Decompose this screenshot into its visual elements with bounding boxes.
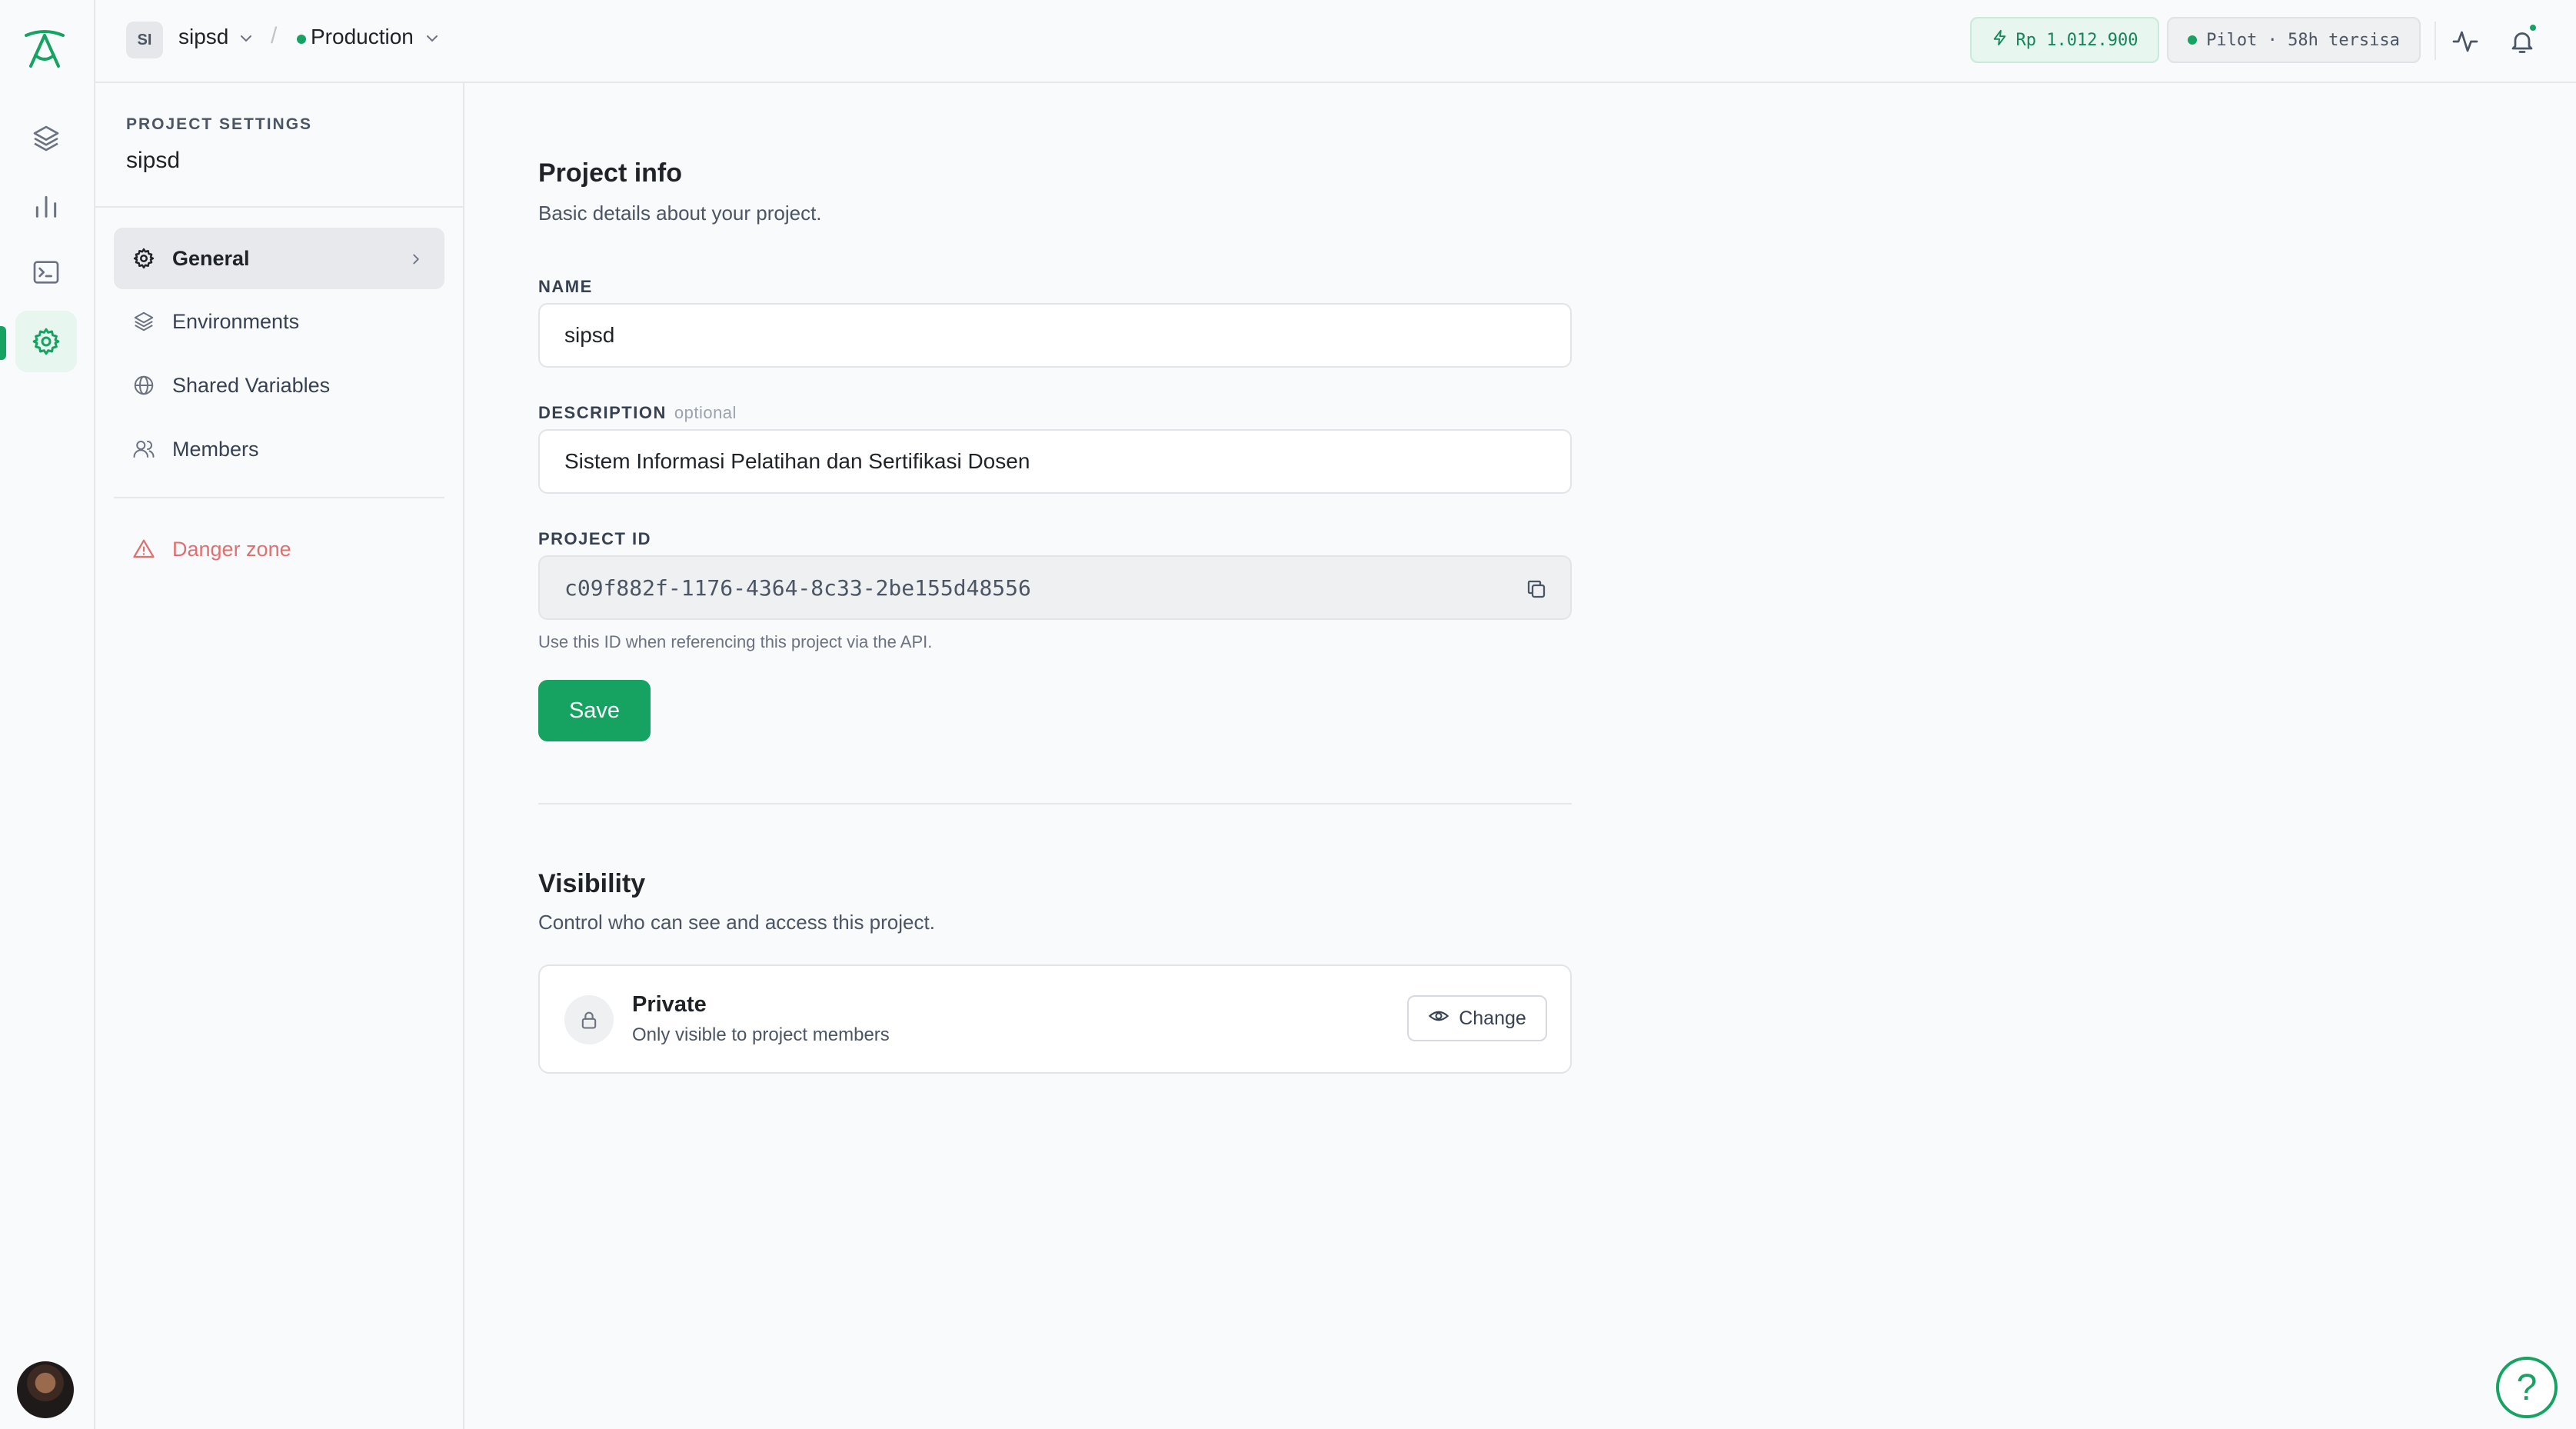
credit-amount: Rp 1.012.900 [2015, 30, 2138, 50]
plan-label: Pilot · 58h tersisa [2206, 30, 2400, 50]
plan-status-dot [2188, 35, 2198, 45]
settings-sidebar: PROJECT SETTINGS sipsd General Environme… [95, 83, 464, 1429]
users-icon [131, 436, 157, 462]
environment-chevron-down-icon[interactable] [423, 29, 441, 52]
gear-icon [131, 245, 157, 271]
description-value: Sistem Informasi Pelatihan dan Sertifika… [564, 449, 1030, 473]
chevron-right-icon [408, 249, 424, 273]
project-switcher[interactable]: sipsd [178, 25, 228, 49]
sidebar-item-label: Environments [172, 309, 300, 333]
notification-dot [2528, 23, 2538, 32]
name-label: NAME [538, 277, 593, 296]
project-chevron-down-icon[interactable] [237, 29, 255, 52]
rail-projects-layers-icon[interactable] [15, 108, 77, 169]
sidebar-item-members[interactable]: Members [114, 418, 444, 480]
visibility-state: Private [632, 992, 707, 1017]
settings-kicker: PROJECT SETTINGS [126, 115, 313, 133]
sidebar-divider [114, 497, 444, 498]
lock-icon [564, 995, 614, 1044]
sidebar-item-label: Shared Variables [172, 373, 331, 397]
app-rail [0, 0, 95, 1429]
activity-pulse-icon[interactable] [2448, 25, 2482, 58]
visibility-card: Private Only visible to project members … [538, 964, 1572, 1074]
sidebar-item-shared-variables[interactable]: Shared Variables [114, 355, 444, 416]
environment-status-dot [297, 35, 306, 44]
eye-icon [1428, 1005, 1449, 1032]
project-id-hint: Use this ID when referencing this projec… [538, 632, 933, 651]
optional-tag: optional [674, 403, 737, 422]
project-id-field[interactable]: c09f882f-1176-4364-8c33-2be155d48556 [538, 555, 1572, 620]
name-input[interactable]: sipsd [538, 303, 1572, 368]
section-divider [538, 803, 1572, 804]
environment-switcher[interactable]: Production [311, 25, 414, 49]
sidebar-item-label: Members [172, 437, 259, 461]
save-button[interactable]: Save [538, 680, 651, 741]
rail-metrics-chart-icon[interactable] [15, 175, 77, 237]
project-id-label: PROJECT ID [538, 529, 652, 548]
copy-icon[interactable] [1523, 575, 1550, 603]
description-label-text: DESCRIPTION [538, 403, 667, 422]
sidebar-item-label: General [172, 246, 250, 270]
topbar-divider [2435, 22, 2436, 60]
help-button[interactable]: ? [2496, 1357, 2558, 1418]
visibility-title: Visibility [538, 869, 646, 898]
name-value: sipsd [564, 323, 615, 347]
description-label: DESCRIPTION optional [538, 403, 737, 423]
layers-icon [131, 308, 157, 335]
sidebar-item-environments[interactable]: Environments [114, 291, 444, 352]
change-label: Change [1459, 1007, 1526, 1029]
project-info-title: Project info [538, 158, 683, 188]
project-id-value: c09f882f-1176-4364-8c33-2be155d48556 [564, 575, 1031, 601]
sidebar-item-general[interactable]: General [114, 228, 444, 289]
visibility-state-desc: Only visible to project members [632, 1024, 890, 1045]
user-avatar[interactable] [17, 1361, 74, 1418]
sidebar-item-label: Danger zone [172, 537, 291, 561]
globe-icon [131, 372, 157, 398]
rail-console-terminal-icon[interactable] [15, 241, 77, 303]
warning-triangle-icon [131, 536, 157, 562]
top-bar: SI sipsd / Production Rp 1.012.900 Pilot… [95, 0, 2576, 83]
credit-balance-pill[interactable]: Rp 1.012.900 [1970, 17, 2159, 63]
bolt-icon [1992, 29, 2009, 51]
sidebar-item-danger-zone[interactable]: Danger zone [114, 518, 444, 580]
project-badge[interactable]: SI [126, 22, 163, 58]
description-input[interactable]: Sistem Informasi Pelatihan dan Sertifika… [538, 429, 1572, 494]
breadcrumb-separator: / [271, 23, 278, 48]
rail-settings-gear-icon[interactable] [15, 311, 77, 372]
sidebar-divider [95, 206, 463, 208]
rail-active-indicator [0, 326, 6, 360]
settings-project-name: sipsd [126, 148, 181, 173]
visibility-subtitle: Control who can see and access this proj… [538, 911, 935, 934]
plan-status-pill[interactable]: Pilot · 58h tersisa [2167, 17, 2421, 63]
project-info-subtitle: Basic details about your project. [538, 202, 822, 225]
change-visibility-button[interactable]: Change [1407, 995, 1547, 1041]
app-logo-icon[interactable] [20, 25, 69, 74]
